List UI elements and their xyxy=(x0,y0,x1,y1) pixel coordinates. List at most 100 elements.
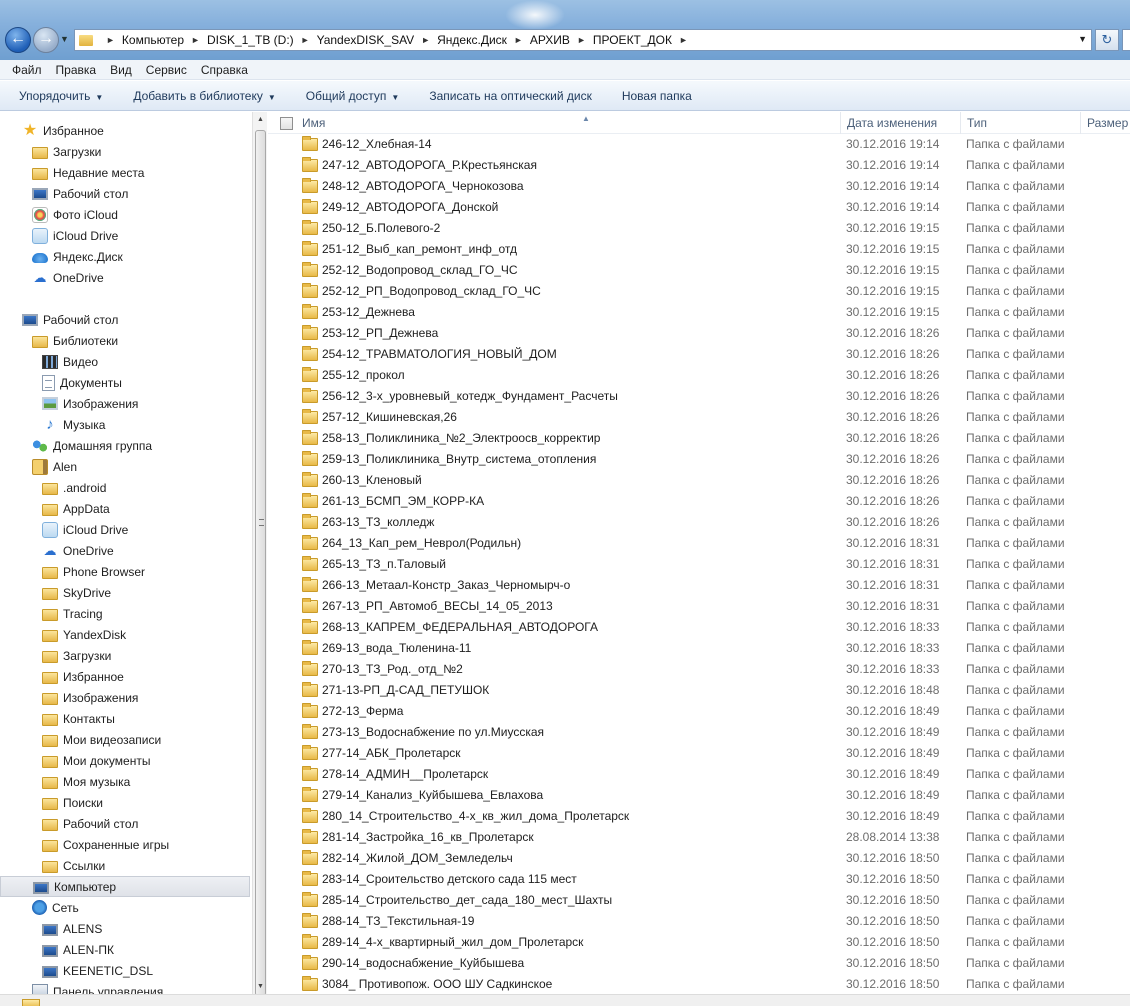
nav-item[interactable]: Изображения xyxy=(0,687,250,708)
nav-item[interactable]: Контакты xyxy=(0,708,250,729)
breadcrumb-computer[interactable]: Компьютер xyxy=(122,33,184,47)
nav-item[interactable]: Документы xyxy=(0,372,250,393)
file-row[interactable]: 285-14_Строительство_дет_сада_180_мест_Ш… xyxy=(268,890,1130,911)
nav-item[interactable]: Мои документы xyxy=(0,750,250,771)
nav-item[interactable]: Моя музыка xyxy=(0,771,250,792)
nav-item[interactable]: Недавние места xyxy=(0,162,250,183)
file-row[interactable]: 259-13_Поликлиника_Внутр_система_отоплен… xyxy=(268,449,1130,470)
nav-item[interactable]: Избранное xyxy=(0,666,250,687)
file-row[interactable]: 290-14_водоснабжение_Куйбышева 30.12.2016… xyxy=(268,953,1130,974)
file-row[interactable]: 283-14_Сроительство детского сада 115 ме… xyxy=(268,869,1130,890)
nav-item[interactable]: KEENETIC_DSL xyxy=(0,960,250,981)
nav-item[interactable]: ☁ OneDrive xyxy=(0,267,250,288)
menu-edit[interactable]: Правка xyxy=(50,63,105,77)
scroll-up-icon[interactable]: ▲ xyxy=(253,112,268,127)
breadcrumb-separator[interactable]: ► xyxy=(301,35,310,45)
file-row[interactable]: 267-13_РП_Автомоб_ВЕСЫ_14_05_2013 30.12.2… xyxy=(268,596,1130,617)
breadcrumb-separator[interactable]: ► xyxy=(421,35,430,45)
file-row[interactable]: 277-14_АБК_Пролетарск 30.12.2016 18:49 Пап… xyxy=(268,743,1130,764)
nav-item[interactable]: .android xyxy=(0,477,250,498)
nav-item[interactable]: YandexDisk xyxy=(0,624,250,645)
file-row[interactable]: 252-12_РП_Водопровод_склад_ГО_ЧС 30.12.20… xyxy=(268,281,1130,302)
file-row[interactable]: 248-12_АВТОДОРОГА_Чернокозова 30.12.2016 … xyxy=(268,176,1130,197)
breadcrumb-separator[interactable]: ► xyxy=(106,35,115,45)
column-header-name[interactable]: ▲ Имя xyxy=(296,112,840,134)
file-row[interactable]: 260-13_Кленовый 30.12.2016 18:26 Папка с ф… xyxy=(268,470,1130,491)
file-row[interactable]: 256-12_3-х_уровневый_котедж_Фундамент_Ра… xyxy=(268,386,1130,407)
nav-item[interactable]: Ссылки xyxy=(0,855,250,876)
file-row[interactable]: 264_13_Кап_рем_Неврол(Родильн) 30.12.2016… xyxy=(268,533,1130,554)
nav-item[interactable]: Рабочий стол xyxy=(0,183,250,204)
navigation-pane-scrollbar[interactable]: ▲ ▼ xyxy=(252,112,268,996)
menu-help[interactable]: Справка xyxy=(195,63,256,77)
search-input[interactable] xyxy=(1122,29,1130,51)
file-row[interactable]: 272-13_Ферма 30.12.2016 18:49 Папка с файл… xyxy=(268,701,1130,722)
nav-item[interactable]: Мои видеозаписи xyxy=(0,729,250,750)
file-row[interactable]: 261-13_БСМП_ЭМ_КОРР-КА 30.12.2016 18:26 Па… xyxy=(268,491,1130,512)
file-row[interactable]: 282-14_Жилой_ДОМ_Земледельч 30.12.2016 18… xyxy=(268,848,1130,869)
menu-view[interactable]: Вид xyxy=(104,63,140,77)
file-row[interactable]: 253-12_РП_Дежнева 30.12.2016 18:26 Папка с… xyxy=(268,323,1130,344)
file-row[interactable]: 281-14_Застройка_16_кв_Пролетарск 28.08.2… xyxy=(268,827,1130,848)
file-row[interactable]: 288-14_ТЗ_Текстильная-19 30.12.2016 18:50… xyxy=(268,911,1130,932)
nav-item[interactable]: iCloud Drive xyxy=(0,225,250,246)
file-row[interactable]: 279-14_Канализ_Куйбышева_Евлахова 30.12.2… xyxy=(268,785,1130,806)
breadcrumb-disk[interactable]: DISK_1_TB (D:) xyxy=(207,33,294,47)
nav-item[interactable]: Рабочий стол xyxy=(0,309,250,330)
nav-item[interactable]: SkyDrive xyxy=(0,582,250,603)
nav-item[interactable]: Alen xyxy=(0,456,250,477)
file-row[interactable]: 271-13-РП_Д-САД_ПЕТУШОК 30.12.2016 18:48 П… xyxy=(268,680,1130,701)
breadcrumb-separator[interactable]: ► xyxy=(577,35,586,45)
nav-item[interactable]: Изображения xyxy=(0,393,250,414)
nav-item[interactable]: Загрузки xyxy=(0,645,250,666)
file-row[interactable]: 273-13_Водоснабжение по ул.Миусская 30.12… xyxy=(268,722,1130,743)
back-button[interactable]: ← xyxy=(5,27,31,53)
breadcrumb-separator[interactable]: ► xyxy=(514,35,523,45)
file-row[interactable]: 257-12_Кишиневская,26 30.12.2016 18:26 Пап… xyxy=(268,407,1130,428)
nav-item[interactable]: Сеть xyxy=(0,897,250,918)
nav-item[interactable]: Phone Browser xyxy=(0,561,250,582)
nav-item[interactable]: ALEN-ПК xyxy=(0,939,250,960)
file-row[interactable]: 258-13_Поликлиника_№2_Электроосв_коррект… xyxy=(268,428,1130,449)
file-row[interactable]: 278-14_АДМИН__Пролетарск 30.12.2016 18:49… xyxy=(268,764,1130,785)
nav-item[interactable]: Рабочий стол xyxy=(0,813,250,834)
file-row[interactable]: 252-12_Водопровод_склад_ГО_ЧС 30.12.2016 … xyxy=(268,260,1130,281)
file-row[interactable]: 254-12_ТРАВМАТОЛОГИЯ_НОВЫЙ_ДОМ 30.12.2016… xyxy=(268,344,1130,365)
nav-item[interactable]: Загрузки xyxy=(0,141,250,162)
file-row[interactable]: 250-12_Б.Полевого-2 30.12.2016 19:15 Папка… xyxy=(268,218,1130,239)
menu-tools[interactable]: Сервис xyxy=(140,63,195,77)
menu-file[interactable]: Файл xyxy=(0,63,50,77)
organize-button[interactable]: Упорядочить ▼ xyxy=(0,89,118,103)
file-row[interactable]: 247-12_АВТОДОРОГА_Р.Крестьянская 30.12.20… xyxy=(268,155,1130,176)
nav-item[interactable]: Компьютер xyxy=(0,876,250,897)
file-row[interactable]: 253-12_Дежнева 30.12.2016 19:15 Папка с фа… xyxy=(268,302,1130,323)
file-row[interactable]: 249-12_АВТОДОРОГА_Донской 30.12.2016 19:1… xyxy=(268,197,1130,218)
column-header-date[interactable]: Дата изменения xyxy=(840,112,960,134)
file-row[interactable]: 265-13_ТЗ_п.Таловый 30.12.2016 18:31 Папка… xyxy=(268,554,1130,575)
nav-item[interactable]: iCloud Drive xyxy=(0,519,250,540)
new-folder-button[interactable]: Новая папка xyxy=(607,89,707,103)
nav-item[interactable]: Домашняя группа xyxy=(0,435,250,456)
file-row[interactable]: 280_14_Строительство_4-х_кв_жил_дома_Про… xyxy=(268,806,1130,827)
file-row[interactable]: 255-12_прокол 30.12.2016 18:26 Папка с фай… xyxy=(268,365,1130,386)
scroll-down-icon[interactable]: ▼ xyxy=(253,979,268,994)
add-to-library-button[interactable]: Добавить в библиотеку ▼ xyxy=(118,89,290,103)
nav-item[interactable]: ★ Избранное xyxy=(0,120,250,141)
file-row[interactable]: 263-13_ТЗ_колледж 30.12.2016 18:26 Папка с… xyxy=(268,512,1130,533)
address-bar[interactable]: ► Компьютер ► DISK_1_TB (D:) ► YandexDIS… xyxy=(74,29,1092,51)
file-row[interactable]: 266-13_Метаал-Констр_Заказ_Черномырч-о 30… xyxy=(268,575,1130,596)
breadcrumb-separator[interactable]: ► xyxy=(191,35,200,45)
file-row[interactable]: 270-13_ТЗ_Род._отд_№2 30.12.2016 18:33 Пап… xyxy=(268,659,1130,680)
burn-disc-button[interactable]: Записать на оптический диск xyxy=(414,89,607,103)
file-row[interactable]: 246-12_Хлебная-14 30.12.2016 19:14 Папка с… xyxy=(268,134,1130,155)
nav-item[interactable]: ♪ Музыка xyxy=(0,414,250,435)
nav-item[interactable]: AppData xyxy=(0,498,250,519)
address-history-dropdown[interactable]: ▼ xyxy=(1078,34,1087,44)
select-all-checkbox[interactable] xyxy=(280,117,293,130)
column-header-size[interactable]: Размер xyxy=(1080,112,1130,134)
breadcrumb-project-doc[interactable]: ПРОЕКТ_ДОК xyxy=(593,33,672,47)
breadcrumb-separator[interactable]: ► xyxy=(679,35,688,45)
refresh-button[interactable]: ↻ xyxy=(1095,29,1119,51)
nav-item[interactable]: Видео xyxy=(0,351,250,372)
forward-button[interactable]: → xyxy=(33,27,59,53)
